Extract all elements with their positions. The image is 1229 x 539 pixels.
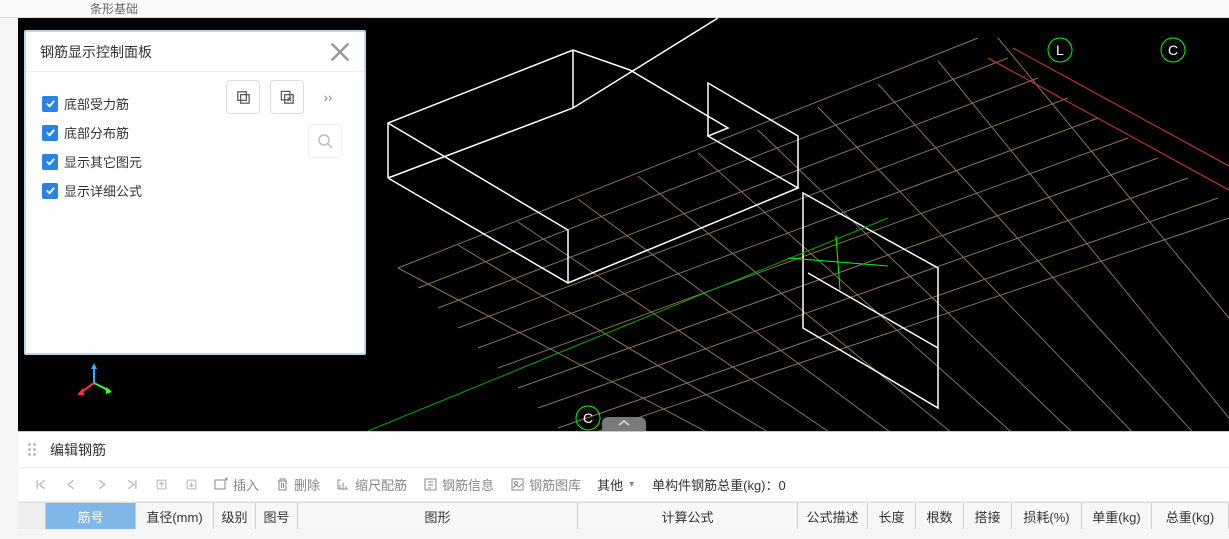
rebar-info-button[interactable]: 钢筋信息 — [417, 475, 500, 494]
col-grade[interactable]: 级别 — [214, 503, 256, 529]
dock-collapse-handle[interactable] — [602, 417, 646, 431]
rebar-table-header: 筋号 直径(mm) 级别 图号 图形 计算公式 公式描述 长度 根数 搭接 损耗… — [18, 502, 1229, 529]
duplicate-x-icon[interactable] — [270, 80, 304, 114]
prev-icon[interactable] — [58, 473, 84, 497]
check-label: 底部分布筋 — [64, 123, 129, 142]
col-length[interactable]: 长度 — [868, 503, 916, 529]
rebar-edit-dock: 编辑钢筋 插入 删除 缩尺配筋 钢筋信息 钢筋图库 其他 — [18, 431, 1229, 529]
check-bottom-force[interactable]: 底部受力筋 — [42, 94, 192, 113]
col-loss[interactable]: 损耗(%) — [1012, 503, 1082, 529]
axis-gizmo[interactable] — [74, 363, 114, 408]
top-ribbon: 条形基础 — [0, 0, 1229, 18]
checkbox-icon — [42, 125, 58, 141]
col-count[interactable]: 根数 — [916, 503, 964, 529]
ribbon-label-1[interactable]: 条形基础 — [90, 0, 138, 17]
col-formula[interactable]: 计算公式 — [578, 503, 798, 529]
other-dropdown[interactable]: 其他 — [591, 475, 640, 494]
first-icon[interactable] — [28, 473, 54, 497]
drag-handle-icon[interactable] — [28, 443, 40, 457]
delete-button[interactable]: 删除 — [269, 475, 326, 494]
check-label: 显示其它图元 — [64, 152, 142, 171]
dock-title: 编辑钢筋 — [50, 440, 106, 460]
total-weight-label: 单构件钢筋总重(kg)：0 — [652, 475, 786, 494]
col-formula-desc[interactable]: 公式描述 — [798, 503, 868, 529]
more-icon[interactable]: ›› — [314, 80, 342, 114]
check-show-other[interactable]: 显示其它图元 — [42, 152, 192, 171]
next-icon[interactable] — [88, 473, 114, 497]
rebar-display-panel: 钢筋显示控制面板 底部受力筋 底部分布筋 显示其它图元 显示详细公式 — [24, 30, 366, 355]
col-rebar-id[interactable]: 筋号 — [46, 503, 136, 529]
check-label: 显示详细公式 — [64, 181, 142, 200]
marker-l-label: L — [1056, 42, 1064, 58]
close-icon[interactable] — [330, 42, 350, 62]
panel-title: 钢筋显示控制面板 — [40, 42, 152, 62]
down-icon[interactable] — [178, 473, 204, 497]
marker-c2-label: C — [1168, 42, 1178, 58]
col-shape[interactable]: 图形 — [298, 503, 578, 529]
check-show-formula[interactable]: 显示详细公式 — [42, 181, 192, 200]
rebar-lib-button[interactable]: 钢筋图库 — [504, 475, 587, 494]
col-diameter[interactable]: 直径(mm) — [136, 503, 214, 529]
dock-toolbar: 插入 删除 缩尺配筋 钢筋信息 钢筋图库 其他 单构件钢筋总重(kg)：0 — [18, 468, 1229, 502]
up-icon[interactable] — [148, 473, 174, 497]
check-label: 底部受力筋 — [64, 94, 129, 113]
col-total-weight[interactable]: 总重(kg) — [1152, 503, 1229, 529]
col-unit-weight[interactable]: 单重(kg) — [1082, 503, 1152, 529]
checkbox-icon — [42, 96, 58, 112]
last-icon[interactable] — [118, 473, 144, 497]
insert-button[interactable]: 插入 — [208, 475, 265, 494]
col-lap[interactable]: 搭接 — [964, 503, 1012, 529]
marker-c-label: C — [583, 410, 593, 426]
checkbox-icon — [42, 183, 58, 199]
copy-icon[interactable] — [226, 80, 260, 114]
search-icon[interactable] — [308, 124, 342, 158]
row-header-corner — [18, 503, 46, 529]
check-bottom-dist[interactable]: 底部分布筋 — [42, 123, 192, 142]
col-shape-id[interactable]: 图号 — [256, 503, 298, 529]
scale-rebar-button[interactable]: 缩尺配筋 — [330, 475, 413, 494]
checkbox-icon — [42, 154, 58, 170]
